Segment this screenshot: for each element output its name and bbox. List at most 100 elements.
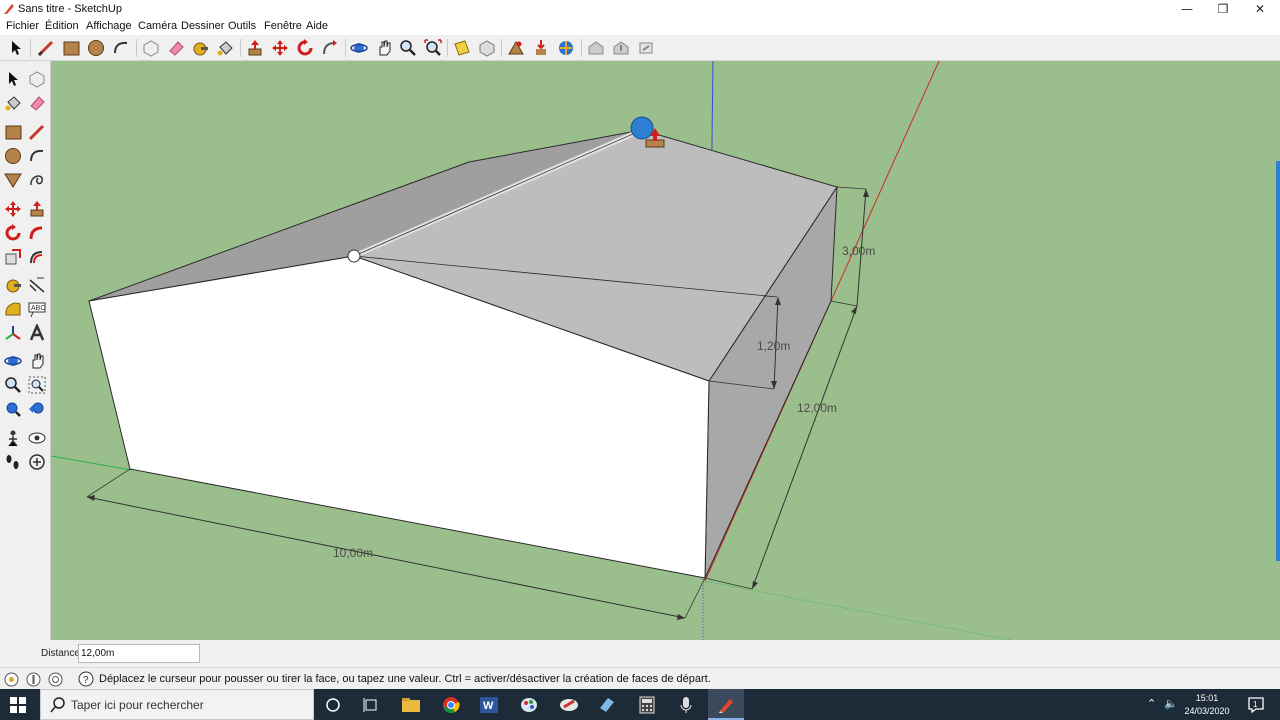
taskbar-search-box[interactable]: Taper ici pour rechercher (40, 689, 314, 720)
select-icon[interactable] (6, 38, 26, 58)
windows-start-icon[interactable] (6, 694, 30, 716)
toolbar-separator (501, 39, 502, 57)
help-icon[interactable]: ? (78, 671, 94, 687)
menu-outils[interactable]: Outils (228, 20, 256, 32)
look-around-icon[interactable] (26, 427, 48, 449)
section-plane-icon[interactable] (26, 451, 48, 473)
follow-me-icon[interactable] (320, 38, 340, 58)
paint-bucket-icon[interactable] (215, 38, 235, 58)
menu-edition[interactable]: Édition (45, 20, 79, 32)
task-view-icon[interactable] (359, 693, 383, 717)
show-hidden-icons-icon[interactable]: ⌃ (1147, 697, 1156, 710)
tape-measure-icon[interactable] (190, 38, 210, 58)
arc-icon[interactable] (26, 145, 48, 167)
menu-fenetre[interactable]: Fenêtre (264, 20, 302, 32)
cortana-icon[interactable] (321, 693, 345, 717)
menu-affichage[interactable]: Affichage (86, 20, 132, 32)
menu-aide[interactable]: Aide (306, 20, 328, 32)
maximize-button[interactable]: ❐ (1205, 0, 1241, 18)
axes-icon[interactable] (2, 322, 24, 344)
toolbar-separator (240, 39, 241, 57)
previous-icon[interactable] (26, 398, 48, 420)
rectangle-icon[interactable] (2, 121, 24, 143)
walk-icon[interactable] (2, 451, 24, 473)
dimension-icon[interactable] (26, 274, 48, 296)
account-icon[interactable] (47, 671, 63, 687)
scale-icon[interactable] (2, 246, 24, 268)
3d-text-icon[interactable] (26, 322, 48, 344)
sketchup-icon[interactable] (714, 693, 738, 717)
tape-measure-icon[interactable] (2, 274, 24, 296)
credits-icon[interactable] (25, 671, 41, 687)
notifications-icon[interactable]: 1 (1244, 693, 1268, 717)
minimize-button[interactable]: — (1169, 0, 1205, 18)
pan-icon[interactable] (26, 350, 48, 372)
model-canvas[interactable] (51, 61, 1280, 640)
file-explorer-icon[interactable] (399, 693, 423, 717)
push-pull-icon[interactable] (26, 198, 48, 220)
eraser-icon[interactable] (166, 38, 186, 58)
position-camera-icon[interactable] (2, 427, 24, 449)
paint-icon[interactable] (517, 693, 541, 717)
rotate-icon[interactable] (295, 38, 315, 58)
zoom-window-icon[interactable] (26, 374, 48, 396)
polygon-icon[interactable] (2, 169, 24, 191)
circle-icon[interactable] (86, 38, 106, 58)
notification-count: 1 (1253, 700, 1258, 709)
select-icon[interactable] (2, 68, 24, 90)
eraser-icon[interactable] (26, 92, 48, 114)
green-axis-hidden (704, 580, 1012, 640)
zoom-icon[interactable] (2, 374, 24, 396)
arc-icon[interactable] (111, 38, 131, 58)
zoom-icon[interactable] (398, 38, 418, 58)
make-component-icon[interactable] (26, 68, 48, 90)
orbit-icon[interactable] (2, 350, 24, 372)
circle-icon[interactable] (2, 145, 24, 167)
word-icon[interactable]: W (477, 693, 501, 717)
offset-icon[interactable] (26, 246, 48, 268)
taskbar-clock[interactable]: 15:01 24/03/2020 (1182, 692, 1232, 718)
previous-view-icon[interactable] (477, 38, 497, 58)
menu-fichier[interactable]: Fichier (6, 20, 39, 32)
text-icon[interactable]: ABC (26, 298, 48, 320)
menu-dessiner[interactable]: Dessiner (181, 20, 224, 32)
line-icon[interactable] (36, 38, 56, 58)
rectangle-icon[interactable] (61, 38, 81, 58)
main-toolbar (0, 35, 1280, 61)
geo-location-icon[interactable] (3, 671, 19, 687)
title-bar: Sans titre - SketchUp — ❐ ✕ (0, 0, 1280, 18)
freehand-icon[interactable] (26, 169, 48, 191)
make-component-icon[interactable] (141, 38, 161, 58)
share-model-icon[interactable] (611, 38, 631, 58)
follow-me-icon[interactable] (26, 222, 48, 244)
add-location-icon[interactable] (506, 38, 526, 58)
layout-app-icon[interactable] (595, 693, 619, 717)
move-icon[interactable] (2, 198, 24, 220)
viewport-scroll-indicator[interactable] (1276, 161, 1280, 561)
menu-camera[interactable]: Caméra (138, 20, 177, 32)
get-models-icon[interactable] (531, 38, 551, 58)
close-button[interactable]: ✕ (1242, 0, 1278, 18)
push-pull-icon[interactable] (245, 38, 265, 58)
extension-line (684, 577, 706, 619)
microphone-icon[interactable] (674, 693, 698, 717)
layout-icon[interactable] (636, 38, 656, 58)
zoom-extents-icon[interactable] (423, 38, 443, 58)
volume-icon[interactable]: 🔈 (1164, 697, 1178, 710)
chrome-icon[interactable] (439, 693, 463, 717)
calculator-icon[interactable] (635, 693, 659, 717)
extension-warehouse-icon[interactable] (556, 38, 576, 58)
orbit-icon[interactable] (349, 38, 369, 58)
zoom-extents-icon[interactable] (2, 398, 24, 420)
section-plane-icon[interactable] (452, 38, 472, 58)
line-icon[interactable] (26, 121, 48, 143)
toolbar-separator (447, 39, 448, 57)
rotate-icon[interactable] (2, 222, 24, 244)
sketchup-viewer-icon[interactable] (557, 693, 581, 717)
3d-warehouse-icon[interactable] (586, 38, 606, 58)
paint-bucket-icon[interactable] (2, 92, 24, 114)
protractor-icon[interactable] (2, 298, 24, 320)
move-icon[interactable] (270, 38, 290, 58)
drawing-viewport[interactable]: 10,00m 12,00m 3,00m 1,20m (51, 61, 1280, 640)
pan-icon[interactable] (374, 38, 394, 58)
